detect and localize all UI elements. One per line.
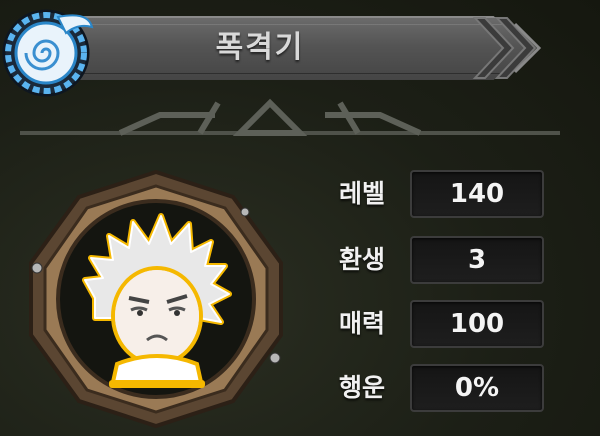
stat-row-rebirth: 환생 3	[318, 232, 548, 288]
spiral-wing-emblem-icon	[2, 9, 94, 97]
stat-value-box: 140	[410, 170, 544, 218]
stat-value-box: 0%	[410, 364, 544, 412]
stat-value: 3	[467, 245, 487, 275]
stat-row-charm: 매력 100	[318, 296, 548, 352]
ornament-divider	[20, 98, 560, 136]
stat-value: 0%	[454, 373, 500, 403]
stat-value: 100	[449, 309, 505, 339]
stat-label: 레벨	[338, 179, 385, 208]
character-info-panel: 폭격기 레벨 140 환생 3 매력 100 행운 0%	[0, 0, 600, 436]
stat-value: 140	[449, 179, 505, 209]
stat-label: 매력	[338, 309, 385, 338]
stat-value-box: 3	[410, 236, 544, 284]
stat-row-level: 레벨 140	[318, 166, 548, 222]
chevron-right-icon	[472, 17, 542, 79]
stat-value-box: 100	[410, 300, 544, 348]
character-portrait	[29, 169, 283, 429]
stat-label: 환생	[338, 245, 385, 274]
stat-label: 행운	[338, 373, 385, 402]
stat-row-luck: 행운 0%	[318, 360, 548, 416]
character-name: 폭격기	[215, 30, 305, 65]
